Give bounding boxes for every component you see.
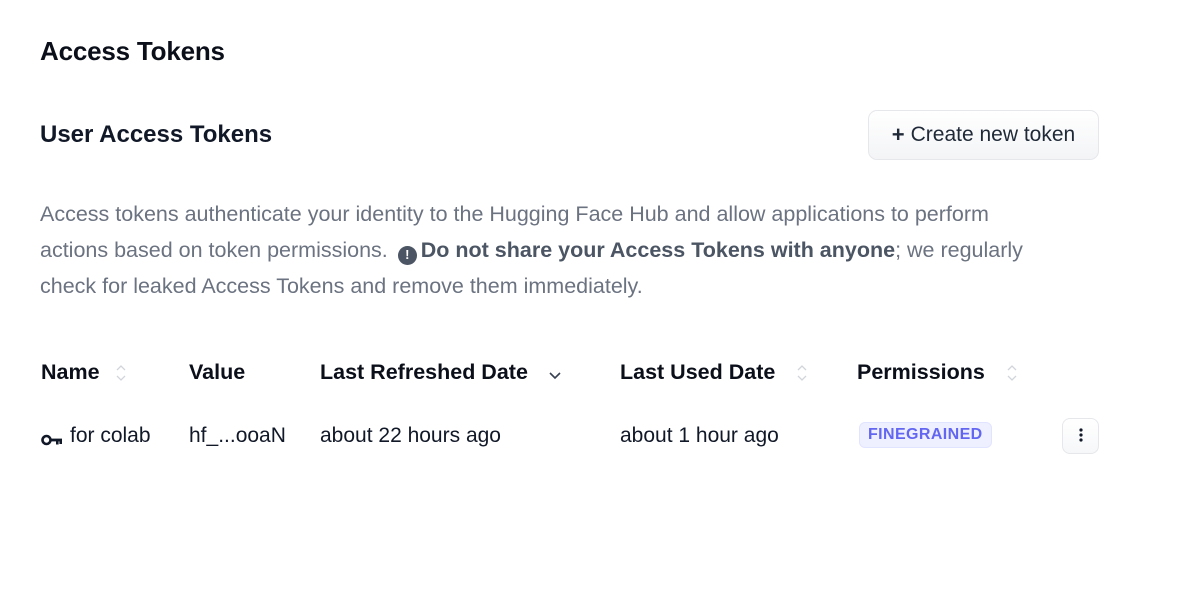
permission-badge: FINEGRAINED bbox=[859, 422, 992, 448]
token-actions-menu-button[interactable] bbox=[1062, 418, 1099, 454]
column-header-last-refreshed[interactable]: Last Refreshed Date bbox=[320, 360, 562, 385]
sort-icon bbox=[795, 361, 809, 385]
tokens-description: Access tokens authenticate your identity… bbox=[40, 202, 1023, 298]
token-last-refreshed: about 22 hours ago bbox=[320, 424, 501, 447]
token-name-cell: for colab bbox=[41, 424, 151, 448]
warning-text: Do not share your Access Tokens with any… bbox=[420, 238, 896, 262]
column-header-name[interactable]: Name bbox=[41, 360, 128, 385]
column-header-permissions[interactable]: Permissions bbox=[857, 360, 1019, 385]
column-header-value: Value bbox=[189, 360, 246, 384]
token-name: for colab bbox=[70, 424, 151, 447]
column-header-last-used[interactable]: Last Used Date bbox=[620, 360, 809, 385]
chevron-down-icon bbox=[548, 361, 562, 385]
sort-icon bbox=[1005, 361, 1019, 385]
key-icon bbox=[41, 429, 63, 446]
section-title: User Access Tokens bbox=[40, 121, 273, 148]
sort-icon bbox=[114, 361, 128, 385]
exclamation-circle-icon: ! bbox=[397, 245, 417, 265]
token-last-used: about 1 hour ago bbox=[620, 424, 779, 447]
plus-icon: + bbox=[891, 122, 905, 147]
create-new-token-button[interactable]: + Create new token bbox=[868, 110, 1099, 160]
create-new-token-label: Create new token bbox=[910, 123, 1076, 146]
token-value: hf_...ooaN bbox=[189, 424, 286, 447]
more-vertical-icon bbox=[1078, 427, 1084, 446]
page-title: Access Tokens bbox=[40, 36, 225, 66]
